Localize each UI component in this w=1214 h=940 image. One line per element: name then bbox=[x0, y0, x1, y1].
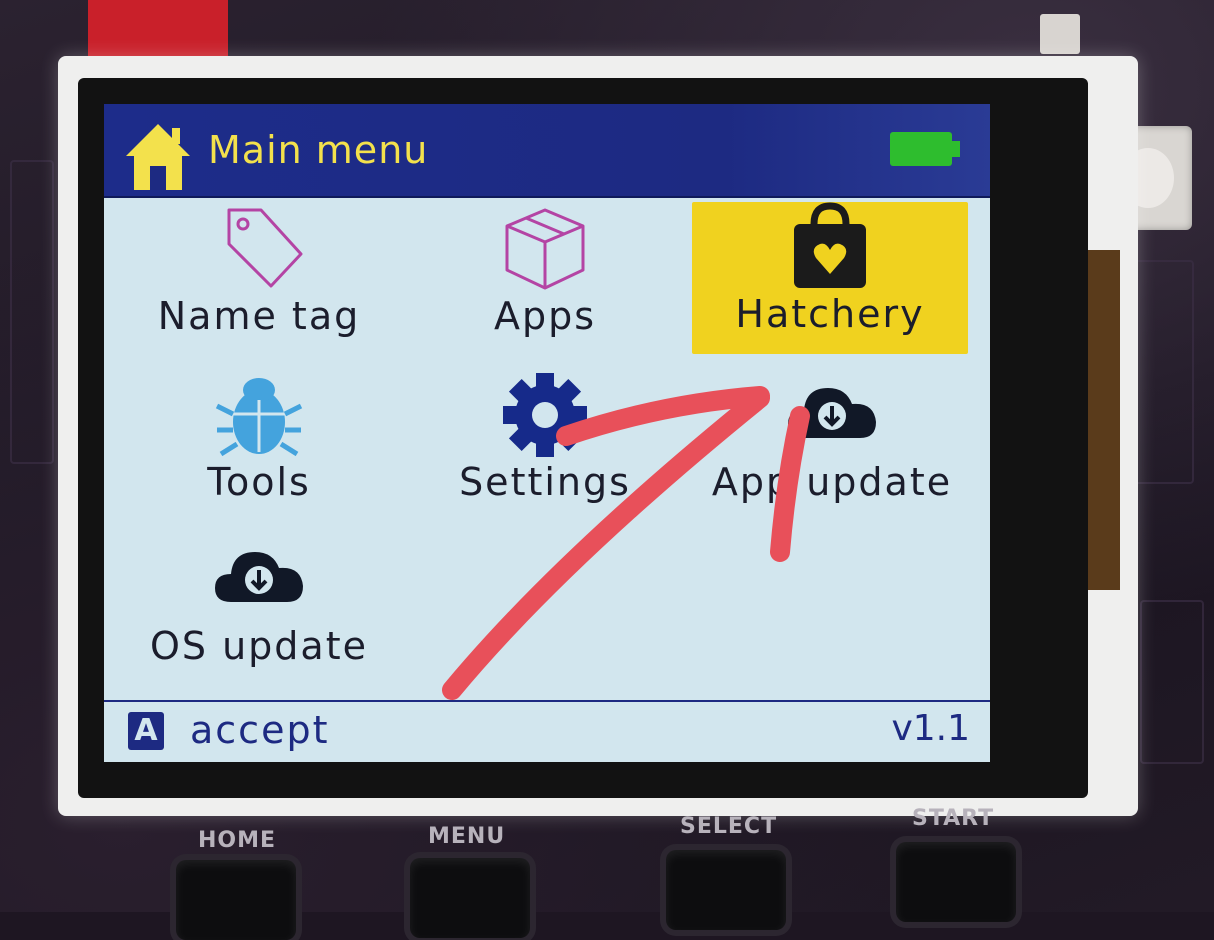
menu-label: Name tag bbox=[157, 294, 361, 338]
menu-label: App update bbox=[711, 460, 953, 504]
shopping-bag-heart-icon bbox=[794, 202, 866, 288]
menu-button[interactable] bbox=[410, 858, 530, 938]
menu-label: Tools bbox=[207, 460, 311, 504]
version-label: v1.1 bbox=[891, 708, 970, 749]
menu-label: Hatchery bbox=[735, 292, 925, 336]
hw-label-select: SELECT bbox=[680, 814, 778, 839]
solder-pad bbox=[1040, 14, 1080, 54]
menu-item-hatchery[interactable]: Hatchery bbox=[692, 202, 968, 354]
menu-item-name-tag[interactable]: Name tag bbox=[134, 204, 384, 364]
menu-label: OS update bbox=[149, 624, 368, 668]
red-tab bbox=[88, 0, 228, 58]
title-bar: Main menu bbox=[104, 104, 990, 198]
cloud-download-icon bbox=[788, 388, 876, 438]
menu-label: Settings bbox=[459, 460, 631, 504]
bug-icon bbox=[215, 378, 303, 457]
status-bar: A accept v1.1 bbox=[104, 700, 990, 762]
pcb-trace bbox=[1140, 600, 1204, 764]
home-icon bbox=[126, 124, 190, 190]
menu-item-os-update[interactable]: OS update bbox=[124, 534, 394, 684]
action-hint: accept bbox=[190, 708, 330, 752]
hw-label-start: START bbox=[912, 806, 995, 831]
menu-item-tools[interactable]: Tools bbox=[134, 370, 384, 520]
a-button-badge: A bbox=[128, 712, 164, 750]
page-title: Main menu bbox=[208, 128, 429, 172]
select-button[interactable] bbox=[666, 850, 786, 930]
hw-label-menu: MENU bbox=[428, 824, 506, 849]
box-icon bbox=[505, 208, 585, 290]
menu-item-settings[interactable]: Settings bbox=[420, 370, 670, 520]
start-button[interactable] bbox=[896, 842, 1016, 922]
menu-item-apps[interactable]: Apps bbox=[420, 204, 670, 364]
pcb-trace bbox=[10, 160, 54, 464]
gear-icon bbox=[503, 373, 587, 457]
menu-label: Apps bbox=[493, 294, 597, 338]
menu-item-app-update[interactable]: App update bbox=[694, 370, 970, 520]
lcd-screen: Main menu Name tag Apps Hatchery Tools S… bbox=[104, 104, 990, 762]
home-button[interactable] bbox=[176, 860, 296, 940]
battery-icon bbox=[890, 132, 960, 166]
cloud-download-icon bbox=[215, 552, 303, 602]
tag-icon bbox=[227, 208, 303, 288]
hw-label-home: HOME bbox=[198, 828, 277, 853]
